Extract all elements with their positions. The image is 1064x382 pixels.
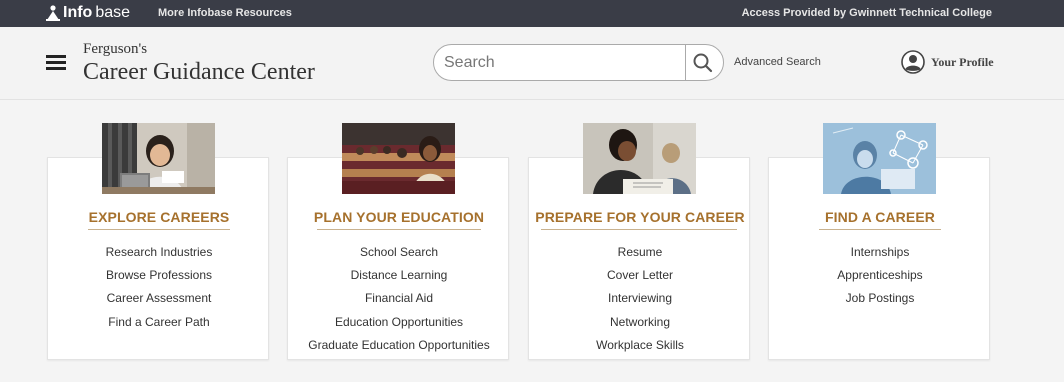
prepare-career-image[interactable] [583, 123, 696, 194]
card-link-list: Internships Apprenticeships Job Postings [769, 241, 991, 311]
card-link-list: School Search Distance Learning Financia… [288, 241, 510, 357]
card-title[interactable]: FIND A CAREER [769, 209, 991, 225]
card-divider [317, 229, 481, 230]
card-title[interactable]: PREPARE FOR YOUR CAREER [529, 209, 751, 225]
link-workplace-skills[interactable]: Workplace Skills [529, 334, 751, 357]
link-apprenticeships[interactable]: Apprenticeships [769, 264, 991, 287]
brand-publisher[interactable]: Ferguson's [83, 41, 147, 58]
search-box [433, 44, 724, 81]
card-divider [819, 229, 941, 230]
more-resources-link[interactable]: More Infobase Resources [158, 7, 292, 19]
link-school-search[interactable]: School Search [288, 241, 510, 264]
card-divider [88, 229, 230, 230]
link-resume[interactable]: Resume [529, 241, 751, 264]
logo-text-rest: base [95, 4, 131, 21]
link-distance-learning[interactable]: Distance Learning [288, 264, 510, 287]
advanced-search-link[interactable]: Advanced Search [734, 56, 821, 68]
search-divider [685, 45, 686, 80]
link-interviewing[interactable]: Interviewing [529, 287, 751, 310]
card-title[interactable]: PLAN YOUR EDUCATION [288, 209, 510, 225]
search-icon[interactable] [692, 52, 714, 74]
brand-title[interactable]: Career Guidance Center [83, 59, 315, 86]
user-avatar-icon [901, 50, 925, 74]
link-job-postings[interactable]: Job Postings [769, 287, 991, 310]
link-browse-professions[interactable]: Browse Professions [48, 264, 270, 287]
link-internships[interactable]: Internships [769, 241, 991, 264]
card-link-list: Resume Cover Letter Interviewing Network… [529, 241, 751, 357]
link-career-assessment[interactable]: Career Assessment [48, 287, 270, 310]
find-career-image[interactable] [823, 123, 936, 194]
link-research-industries[interactable]: Research Industries [48, 241, 270, 264]
explore-careers-image[interactable] [102, 123, 215, 194]
logo-text-bold: Info [63, 4, 93, 21]
plan-education-image[interactable] [342, 123, 455, 194]
link-financial-aid[interactable]: Financial Aid [288, 287, 510, 310]
site-header: Ferguson's Career Guidance Center Advanc… [0, 27, 1064, 100]
card-title[interactable]: EXPLORE CAREERS [48, 209, 270, 225]
infobase-logo[interactable]: Info base [46, 4, 130, 22]
menu-icon[interactable] [46, 55, 66, 71]
link-graduate-education[interactable]: Graduate Education Opportunities [288, 334, 510, 357]
link-education-opportunities[interactable]: Education Opportunities [288, 311, 510, 334]
access-provided-text: Access Provided by Gwinnett Technical Co… [741, 7, 992, 19]
top-bar: Info base More Infobase Resources Access … [0, 0, 1064, 27]
profile-label: Your Profile [931, 54, 994, 69]
link-networking[interactable]: Networking [529, 311, 751, 334]
link-find-career-path[interactable]: Find a Career Path [48, 311, 270, 334]
card-link-list: Research Industries Browse Professions C… [48, 241, 270, 334]
infobase-person-icon [46, 5, 60, 21]
card-divider [541, 229, 737, 230]
link-cover-letter[interactable]: Cover Letter [529, 264, 751, 287]
profile-button[interactable]: Your Profile [901, 50, 994, 74]
search-input[interactable] [444, 52, 679, 74]
